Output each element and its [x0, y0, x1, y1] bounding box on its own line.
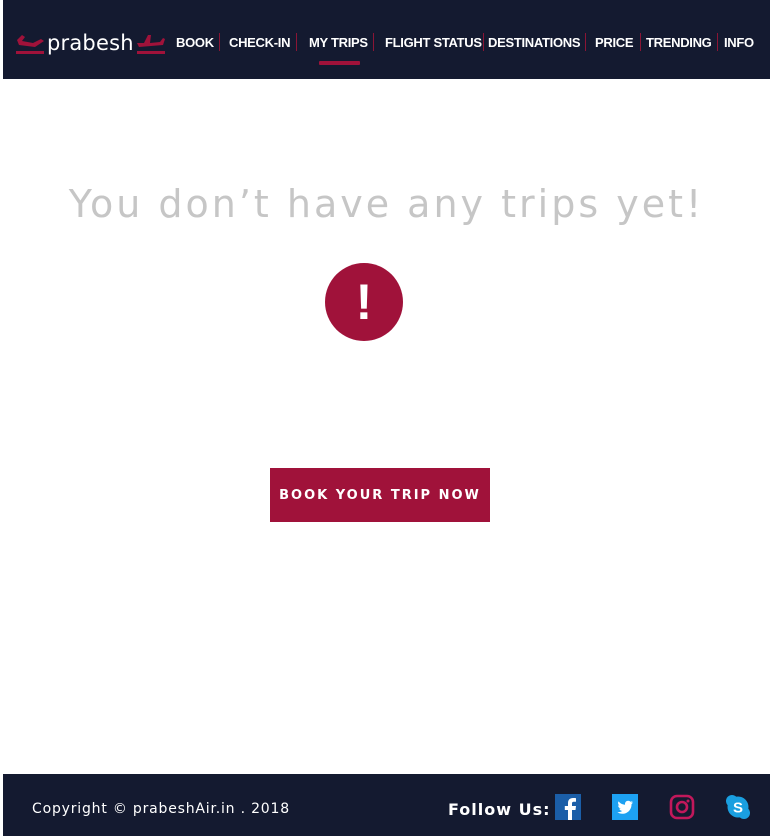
nav-item-destinations[interactable]: DESTINATIONS [488, 35, 581, 51]
exclamation-circle-icon: ! [325, 263, 403, 341]
top-navbar: prabesh BOOK CHECK-IN MY TRIPS FLIGHT ST… [3, 0, 770, 79]
nav-item-check-in[interactable]: CHECK-IN [229, 35, 290, 51]
alert-glyph: ! [355, 274, 373, 330]
nav-item-trending[interactable]: TRENDING [646, 35, 712, 51]
nav-divider [717, 33, 718, 51]
active-tab-indicator [319, 61, 360, 65]
book-trip-button[interactable]: BOOK YOUR TRIP NOW [270, 468, 490, 522]
instagram-icon[interactable] [669, 794, 695, 820]
nav-divider [296, 33, 297, 51]
twitter-icon[interactable] [612, 794, 638, 820]
skype-icon[interactable]: S [725, 794, 751, 820]
nav-item-my-trips[interactable]: MY TRIPS [309, 35, 368, 51]
main-nav: BOOK CHECK-IN MY TRIPS FLIGHT STATUS DES… [3, 0, 770, 79]
footer: Copyright © prabeshAir.in . 2018 Follow … [3, 774, 770, 836]
copyright-text: Copyright © prabeshAir.in . 2018 [32, 801, 290, 817]
nav-item-price[interactable]: PRICE [595, 35, 634, 51]
nav-item-info[interactable]: INFO [724, 35, 754, 51]
nav-divider [373, 33, 374, 51]
nav-divider [640, 33, 641, 51]
facebook-icon[interactable] [555, 794, 581, 820]
page: prabesh BOOK CHECK-IN MY TRIPS FLIGHT ST… [3, 0, 770, 836]
nav-divider [219, 33, 220, 51]
follow-us-label: Follow Us: [448, 800, 551, 819]
nav-divider [585, 33, 586, 51]
nav-divider [483, 33, 484, 51]
empty-state-message: You don’t have any trips yet! [68, 182, 705, 226]
nav-item-flight-status[interactable]: FLIGHT STATUS [385, 35, 482, 51]
nav-item-book[interactable]: BOOK [176, 35, 214, 51]
svg-text:S: S [733, 800, 743, 817]
